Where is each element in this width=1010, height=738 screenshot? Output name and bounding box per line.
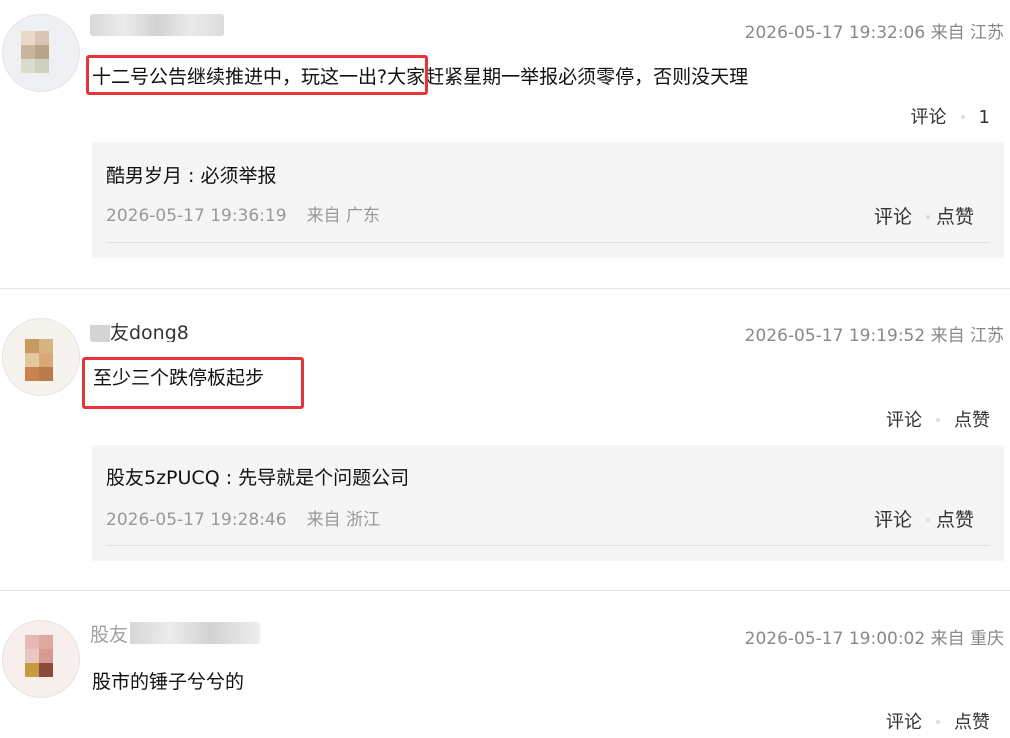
reply-content: 必须举报 [200,165,277,187]
reply-location: 来自 浙江 [306,510,380,530]
divider [0,288,1010,289]
reply-box: 酷男岁月 : 必须举报 2026-05-17 19:36:19 来自 广东 评论 点… [92,142,1004,258]
username-text: 友dong8 [110,322,189,342]
comment-button[interactable]: 评论 [911,107,947,128]
comment-meta: 2026-05-17 19:00:02 来自 重庆 [744,629,1004,649]
reply-time: 2026-05-17 19:36:19 [106,206,287,226]
comment-content-rest: 大家赶紧星期一举报必须零停，否则没天理 [387,66,749,88]
reply-author[interactable]: 股友5zPUCQ [106,467,220,489]
reply-separator: : [219,467,239,489]
reply-time: 2026-05-17 19:28:46 [106,510,287,530]
reply-actions: 评论 点赞 [874,505,974,532]
reply-content: 先导就是个问题公司 [238,467,410,489]
reply-like-button[interactable]: 点赞 [936,509,974,531]
separator-dot [960,115,965,119]
username-blurred[interactable] [90,14,224,36]
reply-meta: 2026-05-17 19:36:19 来自 广东 [106,201,380,226]
comment-content: 股市的锤子兮兮的 [92,671,245,693]
divider [106,242,990,243]
separator-dot [936,418,940,422]
divider [106,545,990,546]
like-count[interactable]: 1 [979,107,990,128]
highlight-box [82,357,304,409]
separator-dot [936,720,940,724]
reply-text: 酷男岁月 : 必须举报 [106,161,277,188]
username-text: 股友 [90,624,129,644]
reply-location: 来自 广东 [306,206,380,226]
like-button[interactable]: 点赞 [954,410,990,431]
reply-separator: : [182,165,201,187]
comment-actions: 评论 点赞 [886,708,990,734]
username[interactable]: 股友 [90,622,260,644]
reply-text: 股友5zPUCQ : 先导就是个问题公司 [106,463,409,490]
avatar[interactable] [2,14,80,92]
comment-button[interactable]: 评论 [886,712,922,733]
divider [0,590,1010,591]
comment-meta: 2026-05-17 19:32:06 来自 江苏 [744,23,1004,43]
username[interactable]: 友dong8 [90,320,224,342]
reply-like-button[interactable]: 点赞 [936,206,974,228]
highlight-box [86,55,428,95]
like-button[interactable]: 点赞 [954,712,990,733]
comment-actions: 评论 1 [911,103,990,129]
separator-dot [925,214,930,219]
reply-actions: 评论 点赞 [874,202,974,229]
avatar[interactable] [2,620,80,698]
reply-comment-button[interactable]: 评论 [874,206,912,228]
reply-comment-button[interactable]: 评论 [874,509,912,531]
reply-box: 股友5zPUCQ : 先导就是个问题公司 2026-05-17 19:28:46… [92,445,1004,561]
comment-button[interactable]: 评论 [886,410,922,431]
separator-dot [925,517,930,522]
reply-author[interactable]: 酷男岁月 [106,165,182,187]
reply-meta: 2026-05-17 19:28:46 来自 浙江 [106,505,380,530]
avatar[interactable] [2,318,80,396]
comment-actions: 评论 点赞 [886,406,990,432]
comment-meta: 2026-05-17 19:19:52 来自 江苏 [744,326,1004,346]
